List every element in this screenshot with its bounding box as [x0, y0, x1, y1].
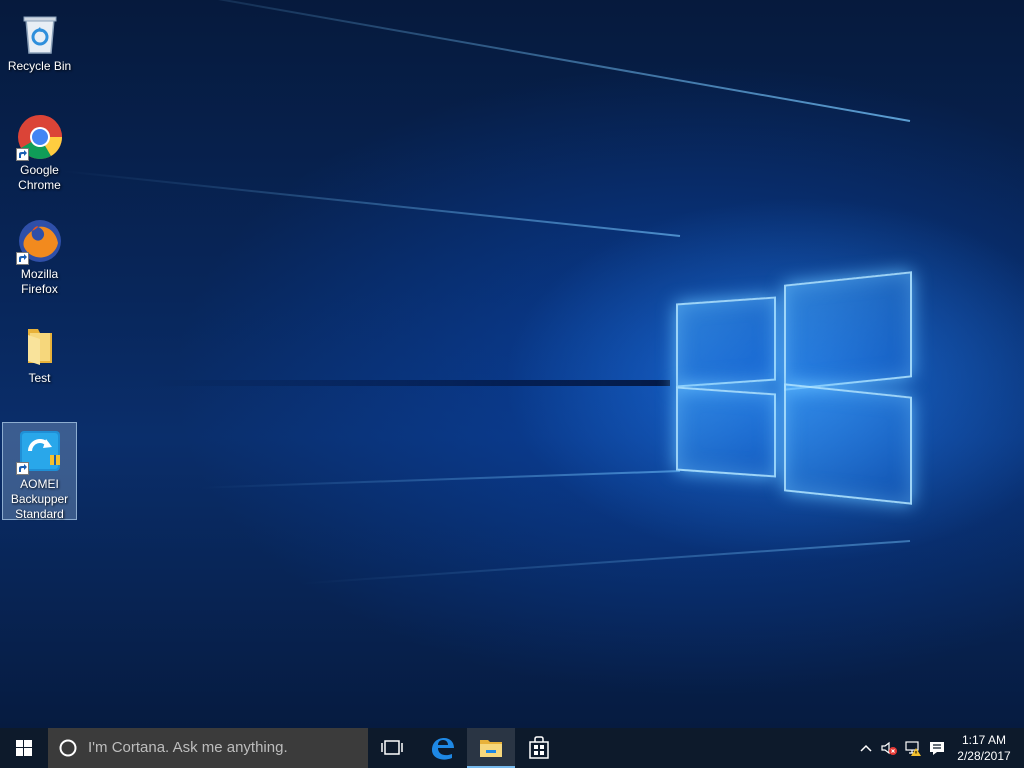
file-explorer-taskbar-button[interactable]	[467, 728, 515, 768]
folder-icon	[16, 321, 64, 369]
cortana-search-placeholder: I'm Cortana. Ask me anything.	[88, 739, 288, 756]
shortcut-arrow-icon	[15, 252, 29, 265]
clock-date: 2/28/2017	[957, 749, 1011, 763]
desktop-icon-label: Google Chrome	[18, 163, 61, 192]
desktop-icon-recycle-bin[interactable]: Recycle Bin	[2, 4, 77, 76]
desktop-icon-mozilla-firefox[interactable]: Mozilla Firefox	[2, 212, 77, 298]
action-center-button[interactable]	[927, 738, 947, 758]
edge-taskbar-button[interactable]	[418, 728, 466, 768]
clock-time: 1:17 AM	[961, 733, 1007, 747]
wallpaper-windows-logo	[676, 270, 912, 506]
light-beam	[150, 380, 670, 386]
aomei-backupper-icon	[15, 427, 64, 475]
start-button[interactable]	[0, 728, 48, 768]
volume-muted-icon	[881, 741, 897, 755]
desktop-icon-label: Test	[28, 371, 51, 385]
store-taskbar-button[interactable]	[515, 728, 563, 768]
store-icon	[529, 736, 549, 759]
desktop-icon-label: Mozilla Firefox	[20, 267, 59, 296]
logo-pane-top-right	[784, 271, 912, 391]
shortcut-arrow-icon	[15, 148, 29, 161]
chrome-icon	[15, 113, 64, 161]
desktop-icon-aomei-backupper[interactable]: AOMEI Backupper Standard	[2, 422, 77, 521]
desktop-icon-label: Recycle Bin	[7, 59, 72, 73]
light-beam	[92, 0, 911, 122]
task-view-icon	[381, 740, 403, 755]
chevron-up-icon	[860, 744, 872, 752]
desktop-icon-label: AOMEI Backupper Standard	[10, 477, 69, 521]
network-warning-icon	[905, 741, 921, 756]
recycle-bin-icon	[16, 9, 64, 57]
taskbar-clock[interactable]: 1:17 AM 2/28/2017	[950, 732, 1018, 764]
light-beam	[301, 540, 911, 585]
light-beam	[200, 470, 681, 489]
desktop-icon-google-chrome[interactable]: Google Chrome	[2, 108, 77, 194]
windows-start-icon	[16, 740, 32, 756]
desktop[interactable]: Recycle Bin Google Chrome Mozilla Firefo…	[0, 0, 1024, 728]
task-view-button[interactable]	[368, 728, 416, 768]
cortana-search-box[interactable]: I'm Cortana. Ask me anything.	[48, 728, 368, 768]
edge-icon	[432, 738, 454, 760]
logo-pane-bottom-left	[676, 386, 776, 478]
file-explorer-icon	[480, 740, 502, 757]
volume-button[interactable]	[879, 738, 899, 758]
show-hidden-icons-button[interactable]	[856, 738, 876, 758]
light-beam	[63, 170, 681, 237]
desktop-icon-test-folder[interactable]: Test	[2, 316, 77, 388]
logo-pane-bottom-right	[784, 383, 912, 505]
cortana-icon	[59, 739, 77, 757]
network-button[interactable]	[903, 738, 923, 758]
firefox-icon	[15, 217, 64, 265]
action-center-icon	[930, 742, 944, 755]
logo-pane-top-left	[676, 296, 776, 388]
taskbar: I'm Cortana. Ask me anything. 1:17 AM 2/…	[0, 728, 1024, 768]
shortcut-arrow-icon	[15, 462, 29, 475]
